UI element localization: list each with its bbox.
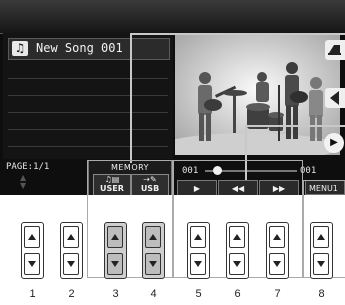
song-background-image [175,35,340,155]
button-number: 8 [318,288,325,300]
screen-top-bar [0,0,345,34]
down-arrow-button[interactable] [190,253,206,275]
down-arrow-button[interactable] [313,253,329,275]
piano-icon[interactable] [325,40,345,60]
arrow-left-icon[interactable] [325,88,345,108]
hw-button-2[interactable] [60,222,83,279]
button-number: 3 [112,288,119,300]
song-title: New Song 001 [36,41,123,55]
up-arrow-button[interactable] [63,226,79,248]
hw-button-1[interactable] [21,222,44,279]
hw-button-6[interactable] [226,222,249,279]
list-divider [8,95,168,96]
song-list-item-selected[interactable]: ♫ New Song 001 [8,38,170,60]
down-arrow-button[interactable] [229,253,245,275]
list-divider [8,112,168,113]
up-arrow-button[interactable] [107,226,123,248]
callout-line [130,33,132,163]
hw-button-4[interactable] [142,222,165,279]
down-arrow-button[interactable] [145,253,161,275]
hw-button-3[interactable] [104,222,127,279]
down-arrow-button[interactable] [107,253,123,275]
button-number: 2 [68,288,75,300]
button-number: 6 [234,288,241,300]
list-divider [8,146,168,147]
up-arrow-button[interactable] [145,226,161,248]
button-number: 1 [29,288,36,300]
up-arrow-button[interactable] [313,226,329,248]
callout-line [130,33,345,35]
button-number: 7 [274,288,281,300]
down-arrow-button[interactable] [269,253,285,275]
down-arrow-button[interactable] [63,253,79,275]
up-arrow-button[interactable] [229,226,245,248]
button-number: 5 [195,288,202,300]
down-arrow-button[interactable] [24,253,40,275]
band-silhouette-image [175,35,340,155]
hw-button-8[interactable] [310,222,333,279]
list-divider [8,129,168,130]
button-number: 4 [150,288,157,300]
list-divider [8,78,168,79]
page-scroll-arrows-icon: ▲ ▼ [20,173,27,190]
callout-line [245,125,345,127]
hw-button-5[interactable] [187,222,210,279]
music-note-icon: ♫ [12,41,28,56]
up-arrow-button[interactable] [24,226,40,248]
up-arrow-button[interactable] [190,226,206,248]
page-indicator: PAGE:1/1 [6,162,50,172]
hw-button-7[interactable] [266,222,289,279]
up-arrow-button[interactable] [269,226,285,248]
play-icon[interactable]: ▶ [324,133,344,153]
